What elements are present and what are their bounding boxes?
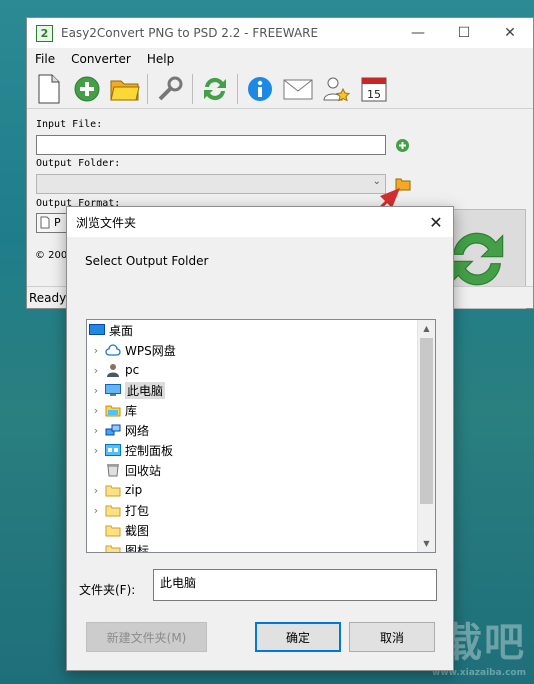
cancel-button[interactable]: 取消 — [349, 622, 435, 652]
tree-item-label: WPS网盘 — [125, 343, 176, 358]
toolbar: 15 — [27, 70, 533, 109]
tree-item[interactable]: › 库 — [89, 400, 137, 420]
toolbar-separator — [192, 74, 193, 104]
tree-item-label: 桌面 — [109, 323, 134, 338]
control-panel-icon — [105, 443, 121, 457]
folder-icon — [105, 503, 121, 517]
copyright-text: © 200 — [35, 250, 68, 261]
tree-item-label: 回收站 — [125, 463, 162, 478]
user-star-icon[interactable] — [320, 73, 352, 105]
tree-item[interactable]: 图标 — [89, 540, 150, 553]
info-icon[interactable] — [244, 73, 276, 105]
toolbar-separator — [147, 74, 148, 104]
chevron-right-icon[interactable]: › — [89, 504, 103, 517]
tree-item[interactable]: › 打包 — [89, 500, 149, 520]
tree-item-label: 库 — [125, 403, 138, 418]
folder-icon — [105, 543, 121, 552]
app-titlebar: 2 Easy2Convert PNG to PSD 2.2 - FREEWARE… — [27, 18, 533, 48]
format-value: P — [54, 216, 61, 229]
menu-help[interactable]: Help — [139, 52, 182, 66]
tree-item-label: zip — [125, 483, 143, 497]
scroll-up-icon[interactable]: ▲ — [418, 320, 435, 337]
toolbar-separator — [237, 74, 238, 104]
tree-item[interactable]: 桌面 — [87, 320, 133, 340]
tree-item-label: 打包 — [125, 503, 150, 518]
tree-item-label: 网络 — [125, 423, 150, 438]
menu-file[interactable]: File — [27, 52, 63, 66]
chevron-right-icon[interactable]: › — [89, 424, 103, 437]
input-file-label: Input File: — [36, 119, 103, 130]
folder-input[interactable]: 此电脑 — [153, 569, 437, 601]
app-title: Easy2Convert PNG to PSD 2.2 - FREEWARE — [61, 26, 319, 40]
chevron-right-icon[interactable]: › — [89, 444, 103, 457]
tree-item-label: pc — [125, 363, 140, 377]
network-icon — [105, 423, 121, 437]
browse-folder-dialog: 浏览文件夹 ✕ Select Output Folder 桌面 › WPS网盘 › pc… — [66, 206, 454, 671]
close-button[interactable]: ✕ — [487, 18, 533, 48]
tree-item[interactable]: › zip — [89, 480, 142, 500]
output-folder-label: Output Folder: — [36, 158, 121, 169]
tree-item[interactable]: › 网络 — [89, 420, 149, 440]
dialog-description: Select Output Folder — [85, 254, 209, 268]
folder-label: 文件夹(F): — [79, 583, 136, 597]
refresh-icon[interactable] — [199, 73, 231, 105]
chevron-right-icon[interactable]: › — [89, 484, 103, 497]
recycle-bin-icon — [105, 463, 121, 477]
new-file-icon[interactable] — [33, 73, 65, 105]
calendar-icon[interactable]: 15 — [358, 73, 390, 105]
add-icon[interactable] — [71, 73, 103, 105]
cloud-icon — [105, 343, 121, 357]
computer-icon — [105, 383, 121, 397]
scroll-down-icon[interactable]: ▼ — [418, 535, 435, 552]
chevron-right-icon[interactable]: › — [89, 364, 103, 377]
maximize-button[interactable]: ☐ — [441, 18, 487, 48]
minimize-button[interactable]: — — [395, 18, 441, 48]
window-controls: — ☐ ✕ — [395, 18, 533, 48]
chevron-right-icon[interactable]: › — [89, 344, 103, 357]
tree-item[interactable]: › WPS网盘 — [89, 340, 176, 360]
library-icon — [105, 403, 121, 417]
chevron-right-icon[interactable]: › — [89, 404, 103, 417]
mail-icon[interactable] — [282, 73, 314, 105]
tree-item-label: 图标 — [125, 543, 150, 553]
format-file-icon — [40, 216, 50, 232]
folder-icon — [105, 483, 121, 497]
menubar: File Converter Help — [27, 48, 533, 70]
new-folder-button[interactable]: 新建文件夹(M) — [86, 622, 207, 652]
user-icon — [105, 363, 121, 377]
tree-scrollbar[interactable]: ▲ ▼ — [417, 320, 435, 552]
dialog-titlebar: 浏览文件夹 ✕ — [67, 207, 453, 237]
tree-item-label: 控制面板 — [125, 443, 174, 458]
tree-item[interactable]: 截图 — [89, 520, 149, 540]
tree-item[interactable]: › 此电脑 — [89, 380, 166, 400]
open-folder-icon[interactable] — [109, 73, 141, 105]
app-logo-icon: 2 — [36, 24, 53, 42]
ok-button[interactable]: 确定 — [255, 622, 341, 652]
menu-converter[interactable]: Converter — [63, 52, 139, 66]
status-text: Ready — [29, 290, 67, 305]
folder-icon — [105, 523, 121, 537]
wrench-icon[interactable] — [154, 73, 186, 105]
dialog-close-button[interactable]: ✕ — [419, 213, 453, 232]
tree-item-label: 截图 — [125, 523, 150, 538]
tree-item[interactable]: › pc — [89, 360, 139, 380]
input-file-field[interactable] — [36, 135, 386, 155]
tree-item-label: 此电脑 — [125, 381, 166, 399]
chevron-right-icon[interactable]: › — [89, 384, 103, 397]
tree-item[interactable]: 回收站 — [89, 460, 161, 480]
tree-item[interactable]: › 控制面板 — [89, 440, 173, 460]
add-input-icon[interactable] — [395, 138, 410, 156]
folder-tree[interactable]: 桌面 › WPS网盘 › pc › 此电脑 › 库 › 网络 › 控制面板 回收站 › zip › 打包 截图 图标 … — [86, 319, 436, 553]
calendar-day-text: 15 — [367, 88, 381, 101]
dialog-title: 浏览文件夹 — [76, 215, 137, 230]
desktop-icon — [89, 323, 105, 337]
scroll-thumb[interactable] — [420, 338, 433, 504]
